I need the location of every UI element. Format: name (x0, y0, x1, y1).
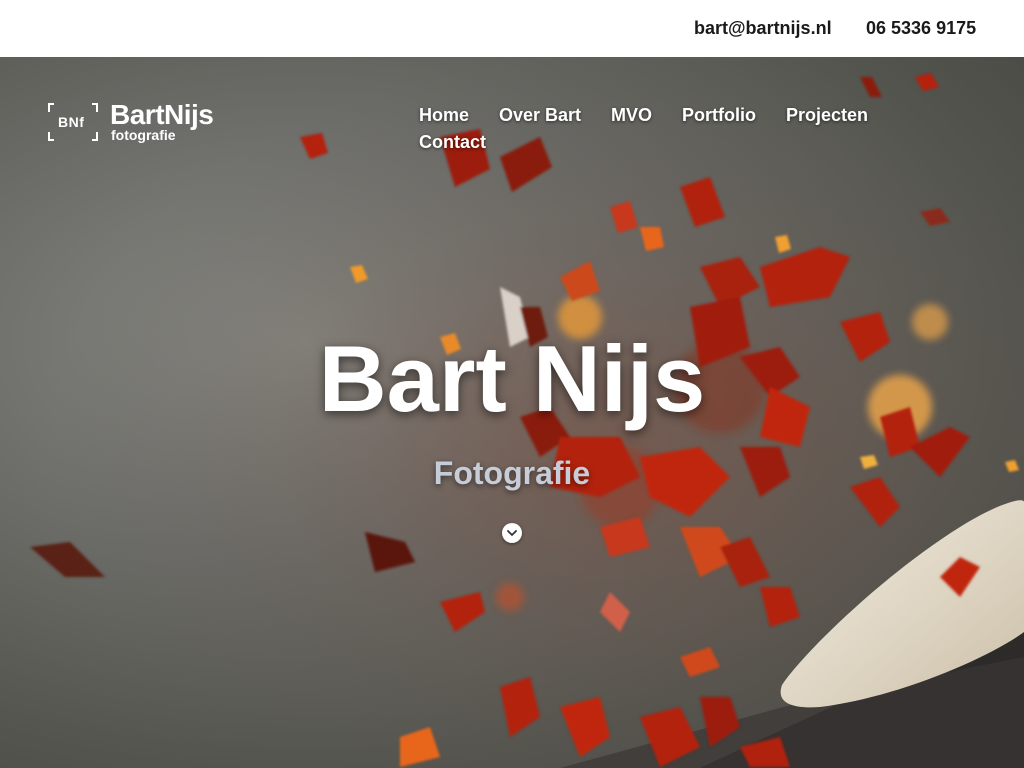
hero-title: Bart Nijs (318, 326, 706, 431)
phone-link[interactable]: 06 5336 9175 (866, 17, 976, 39)
nav-item-contact[interactable]: Contact (419, 131, 486, 153)
nav-item-portfolio[interactable]: Portfolio (682, 104, 756, 126)
nav-item-home[interactable]: Home (419, 104, 469, 126)
contact-bar: bart@bartnijs.nl 06 5336 9175 (0, 0, 1024, 57)
nav-item-projecten[interactable]: Projecten (786, 104, 868, 126)
hero-banner: BNf BartNijs fotografie Home Over Bart M… (0, 57, 1024, 768)
logo-tagline: fotografie (111, 127, 176, 143)
nav-item-mvo[interactable]: MVO (611, 104, 652, 126)
scroll-down-button[interactable] (502, 523, 522, 543)
page: bart@bartnijs.nl 06 5336 9175 BNf BartNi… (0, 0, 1024, 768)
chevron-down-icon (507, 530, 517, 536)
email-link[interactable]: bart@bartnijs.nl (694, 17, 832, 39)
site-logo[interactable]: BNf BartNijs fotografie (48, 99, 248, 145)
hero-subtitle: Fotografie (433, 455, 591, 491)
logo-mark: BNf (58, 114, 85, 130)
nav-item-over-bart[interactable]: Over Bart (499, 104, 581, 126)
